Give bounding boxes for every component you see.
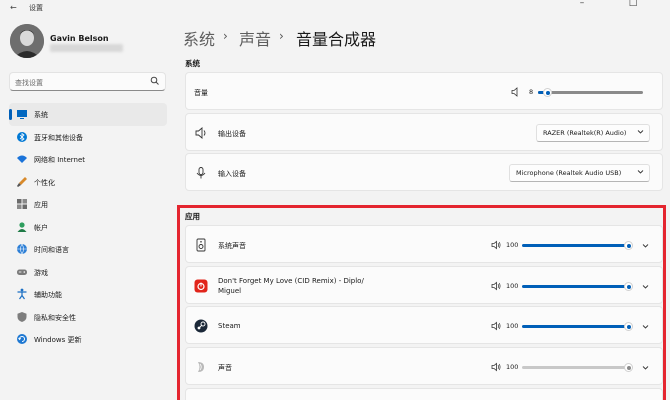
sidebar-item-label: 隐私和安全性 xyxy=(34,313,76,322)
sidebar-item-label: 网络和 Internet xyxy=(34,156,86,164)
output-device-label: 输出设备 xyxy=(218,130,246,138)
breadcrumb-separator: › xyxy=(279,29,284,43)
system-volume-card: 音量 8 xyxy=(185,72,663,110)
sidebar-item-accounts[interactable]: 帐户 xyxy=(9,216,167,239)
sidebar-item-label: 应用 xyxy=(34,201,48,209)
window-title: 设置 xyxy=(29,4,43,12)
page-title: 音量合成器 xyxy=(296,30,377,49)
accessibility-icon xyxy=(17,288,27,300)
profile-email-redacted xyxy=(50,44,123,52)
sidebar-item-system[interactable]: 系统 xyxy=(9,103,167,126)
search-input[interactable]: 查找设置 xyxy=(9,72,166,91)
sidebar-item-label: 辅助功能 xyxy=(34,291,62,299)
sidebar-item-personalization[interactable]: 个性化 xyxy=(9,171,167,194)
profile-name: Gavin Belson xyxy=(50,34,109,43)
minimize-button[interactable]: – xyxy=(573,0,591,8)
avatar[interactable] xyxy=(10,24,44,58)
bluetooth-icon xyxy=(17,131,27,142)
sidebar-item-privacy[interactable]: 隐私和安全性 xyxy=(9,306,167,329)
speaker-icon xyxy=(195,127,206,139)
sidebar-nav: 系统 蓝牙和其他设备 网络和 Internet 个性化 应用 帐户 时间和语言 … xyxy=(9,103,167,351)
sidebar-item-label: 个性化 xyxy=(34,178,55,187)
breadcrumb-system[interactable]: 系统 xyxy=(183,26,215,50)
brush-icon xyxy=(17,176,27,187)
system-icon xyxy=(17,110,27,119)
microphone-icon xyxy=(196,167,206,179)
wifi-icon xyxy=(17,155,27,163)
search-icon xyxy=(150,76,159,85)
chevron-down-icon xyxy=(637,130,644,134)
sidebar-item-label: 系统 xyxy=(34,111,48,119)
sidebar-item-label: 蓝牙和其他设备 xyxy=(34,133,83,142)
back-arrow-icon[interactable]: ← xyxy=(10,3,17,12)
output-device-value: RAZER (Realtek(R) Audio) xyxy=(543,129,627,137)
breadcrumb-sound[interactable]: 声音 xyxy=(239,26,271,50)
globe-clock-icon xyxy=(17,243,27,255)
sidebar-item-label: Windows 更新 xyxy=(34,336,82,344)
volume-label: 音量 xyxy=(194,89,208,97)
update-icon xyxy=(17,334,27,344)
sidebar-item-accessibility[interactable]: 辅助功能 xyxy=(9,283,167,306)
sidebar-item-gaming[interactable]: 游戏 xyxy=(9,261,167,284)
sidebar-item-bluetooth[interactable]: 蓝牙和其他设备 xyxy=(9,126,167,149)
account-icon xyxy=(17,221,27,232)
sidebar-item-time-language[interactable]: 时间和语言 xyxy=(9,238,167,261)
sidebar-item-label: 时间和语言 xyxy=(34,246,69,254)
input-device-value: Microphone (Realtek Audio USB) xyxy=(516,169,622,177)
output-device-dropdown[interactable]: RAZER (Realtek(R) Audio) xyxy=(536,124,650,142)
apps-icon xyxy=(17,199,27,209)
sidebar-item-label: 帐户 xyxy=(34,223,48,232)
section-title-system: 系统 xyxy=(185,59,200,68)
breadcrumb-separator: › xyxy=(223,29,228,43)
system-volume-slider[interactable] xyxy=(538,91,643,94)
sidebar-item-apps[interactable]: 应用 xyxy=(9,193,167,216)
sidebar-item-windows-update[interactable]: Windows 更新 xyxy=(9,328,167,351)
title-bar: ← 设置 – □ xyxy=(0,0,670,16)
maximize-button[interactable]: □ xyxy=(624,0,642,8)
input-device-label: 输入设备 xyxy=(218,170,246,178)
system-volume-thumb[interactable] xyxy=(543,88,552,97)
input-device-dropdown[interactable]: Microphone (Realtek Audio USB) xyxy=(509,164,650,182)
gamepad-icon xyxy=(17,269,27,275)
output-device-card: 输出设备 RAZER (Realtek(R) Audio) xyxy=(185,113,663,151)
sidebar-item-label: 游戏 xyxy=(34,268,48,277)
system-volume-value: 8 xyxy=(529,88,534,96)
shield-icon xyxy=(17,311,27,322)
chevron-down-icon xyxy=(637,170,644,174)
search-placeholder: 查找设置 xyxy=(15,79,43,87)
input-device-card: 输入设备 Microphone (Realtek Audio USB) xyxy=(185,153,663,191)
speaker-low-icon[interactable] xyxy=(511,87,521,97)
sidebar-item-network[interactable]: 网络和 Internet xyxy=(9,148,167,171)
highlight-box xyxy=(177,205,666,400)
